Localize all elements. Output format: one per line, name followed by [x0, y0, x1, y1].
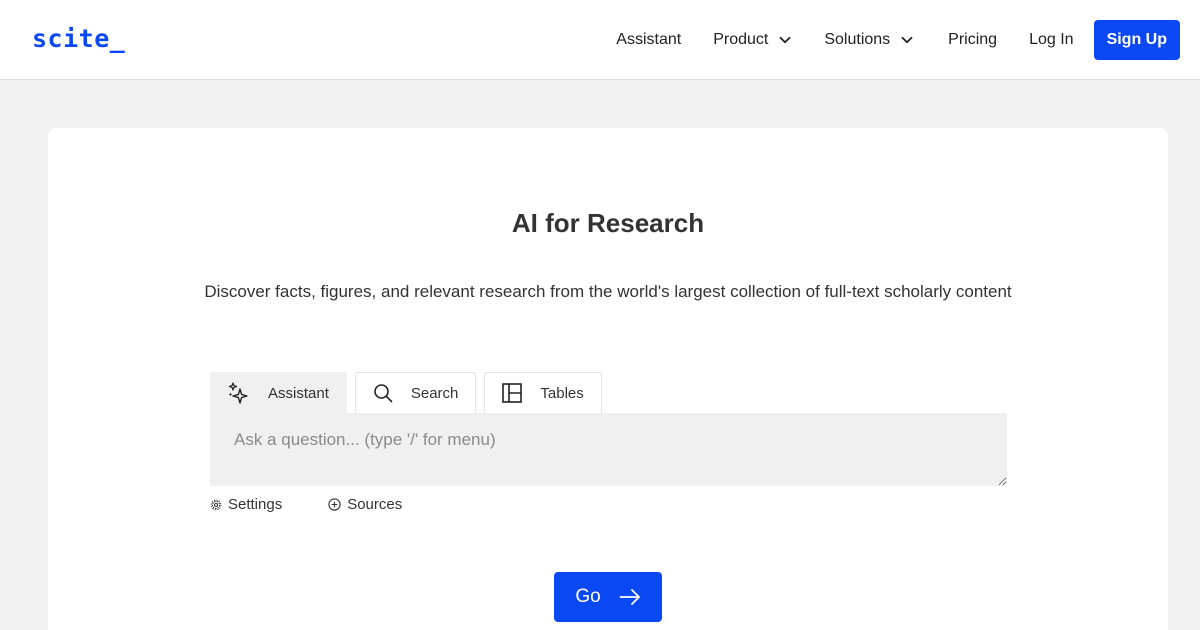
search-icon: [373, 383, 393, 403]
sparkles-icon: [228, 381, 250, 405]
login-link[interactable]: Log In: [1029, 20, 1073, 60]
gear-icon: [210, 499, 222, 511]
nav-pricing-label: Pricing: [948, 31, 998, 48]
scite-logo[interactable]: scite_: [32, 24, 125, 53]
nav-product-dropdown[interactable]: Product: [713, 20, 792, 60]
settings-label: Settings: [228, 496, 283, 513]
query-options: Settings Sources: [210, 496, 402, 513]
tab-tables-label: Tables: [540, 384, 584, 402]
plus-circle-icon: [328, 498, 341, 511]
hero-card: AI for Research Discover facts, figures,…: [48, 128, 1168, 630]
nav-pricing-link[interactable]: Pricing: [948, 20, 997, 60]
sources-button[interactable]: Sources: [328, 496, 402, 513]
nav-solutions-dropdown[interactable]: Solutions: [824, 20, 914, 60]
go-button[interactable]: Go: [554, 572, 662, 622]
sign-up-button[interactable]: Sign Up: [1093, 20, 1180, 60]
page-title: AI for Research: [511, 208, 705, 238]
nav-assistant-link[interactable]: Assistant: [616, 20, 681, 60]
sources-label: Sources: [347, 496, 403, 513]
go-label: Go: [575, 586, 601, 607]
chevron-down-icon: [900, 33, 914, 47]
login-label: Log In: [1029, 31, 1074, 48]
chevron-down-icon: [778, 33, 792, 47]
tab-tables[interactable]: Tables: [484, 372, 602, 413]
top-navigation: scite_ Assistant Product Solutions Prici…: [0, 0, 1200, 80]
settings-button[interactable]: Settings: [210, 496, 282, 513]
nav-solutions-label: Solutions: [824, 31, 891, 48]
question-input[interactable]: [210, 413, 1007, 486]
tab-search[interactable]: Search: [354, 372, 477, 413]
arrow-right-icon: [619, 588, 641, 606]
nav-links: Assistant Product Solutions Pricing Log …: [616, 20, 1180, 60]
tab-assistant-label: Assistant: [268, 384, 329, 402]
tab-assistant[interactable]: Assistant: [210, 372, 347, 413]
tab-search-label: Search: [410, 384, 459, 402]
table-layout-icon: [502, 383, 523, 403]
nav-assistant-label: Assistant: [616, 31, 682, 48]
nav-product-label: Product: [713, 31, 769, 48]
page-subtitle: Discover facts, figures, and relevant re…: [204, 282, 1012, 301]
mode-tabs: Assistant Search Tables: [210, 372, 610, 413]
